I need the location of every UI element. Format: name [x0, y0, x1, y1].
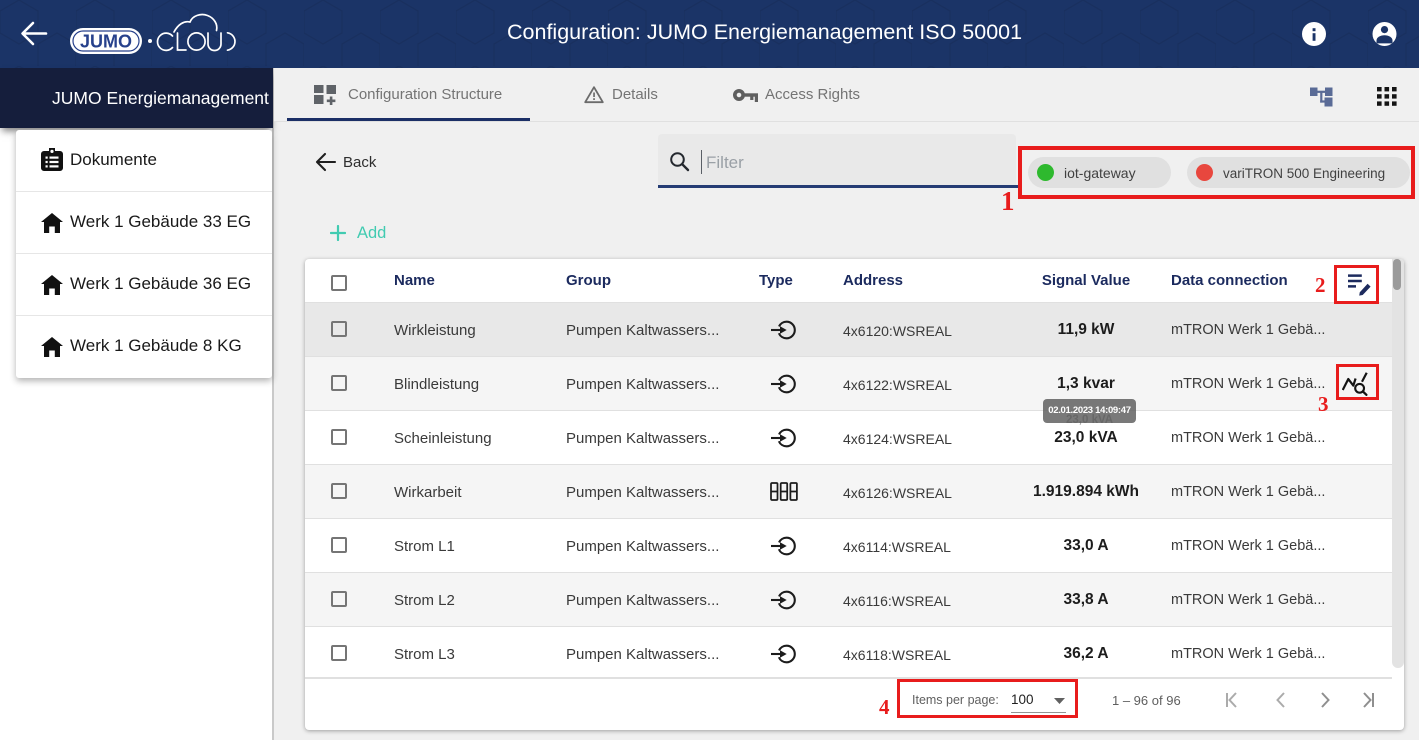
svg-text:JUMO: JUMO [80, 32, 132, 52]
